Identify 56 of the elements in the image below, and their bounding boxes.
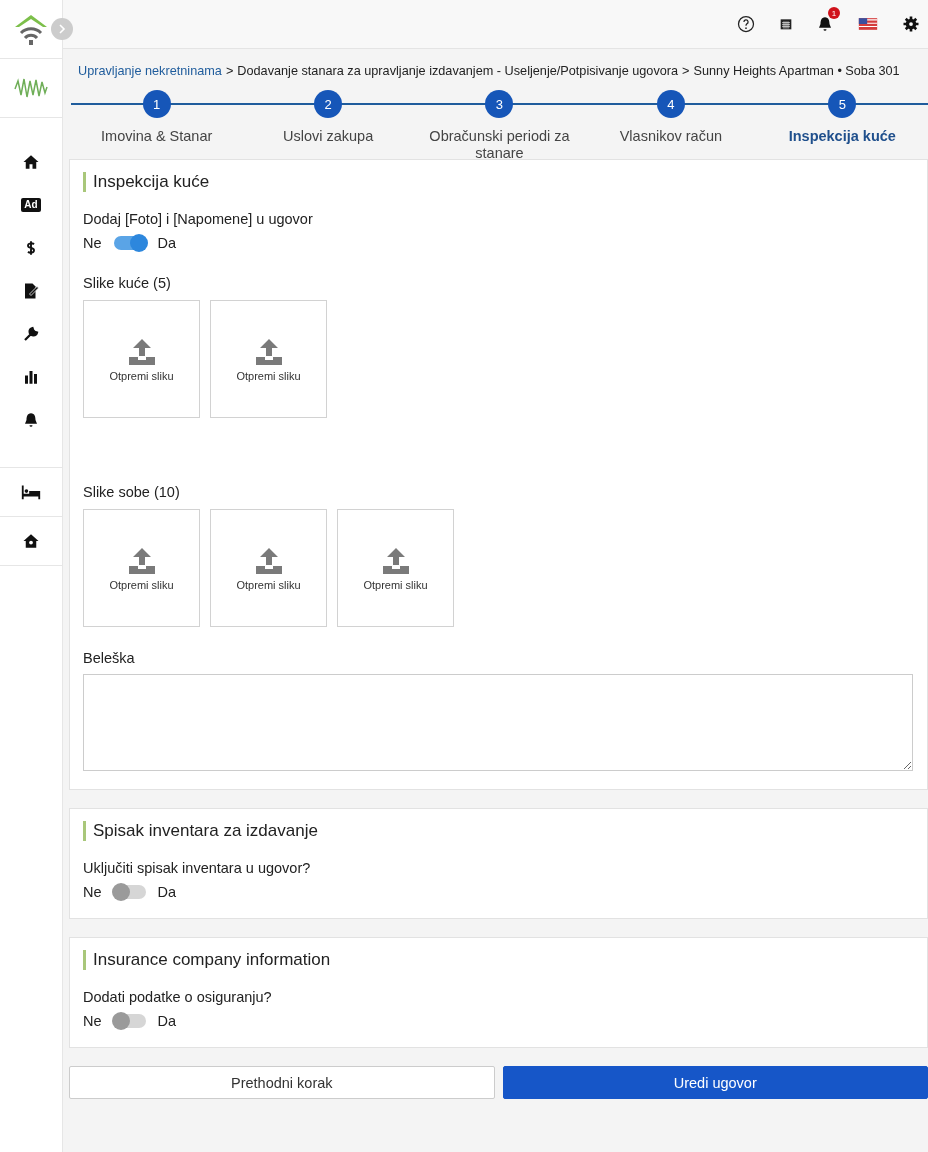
- upload-icon: [126, 336, 157, 367]
- step-number[interactable]: 2: [314, 90, 343, 118]
- breadcrumb-item: Sunny Heights Apartman • Soba 301: [693, 64, 900, 78]
- upload-icon: [380, 545, 411, 576]
- step-label[interactable]: Inspekcija kuće: [788, 128, 896, 146]
- step-label[interactable]: Vlasnikov račun: [619, 128, 723, 146]
- settings-icon[interactable]: [902, 15, 920, 33]
- toggle-on-label: Da: [157, 235, 177, 251]
- gallery-title: Slike sobe (10): [83, 484, 181, 500]
- upload-tile[interactable]: Otpremi sliku: [337, 509, 454, 627]
- upload-tile[interactable]: Otpremi sliku: [83, 509, 200, 627]
- step-number[interactable]: 3: [485, 90, 514, 118]
- upload-tile[interactable]: Otpremi sliku: [210, 509, 327, 627]
- upload-tile[interactable]: Otpremi sliku: [210, 300, 327, 418]
- toggle-off-label: Ne: [83, 884, 102, 900]
- step-number[interactable]: 1: [142, 90, 171, 118]
- breadcrumb-separator: >: [682, 64, 690, 78]
- wrench-icon[interactable]: [22, 324, 40, 343]
- chevron-icon: [57, 24, 67, 34]
- help-icon[interactable]: [736, 14, 756, 34]
- toggle-on-label: Da: [157, 884, 177, 900]
- contract-icon[interactable]: [22, 281, 40, 300]
- upload-icon: [253, 336, 284, 367]
- toggle-switch[interactable]: [113, 1014, 146, 1028]
- toggle-question: Dodaj [Foto] i [Napomene] u ugovor: [83, 211, 314, 227]
- breadcrumb-link[interactable]: Upravljanje nekretninama: [78, 64, 222, 78]
- step-label[interactable]: Uslovi zakupa: [282, 128, 374, 146]
- gallery-title: Slike kuće (5): [83, 275, 172, 291]
- note-label: Beleška: [83, 650, 136, 666]
- notification-badge: 1: [828, 7, 840, 19]
- upload-tile[interactable]: Otpremi sliku: [83, 300, 200, 418]
- bell-icon[interactable]: [22, 410, 40, 429]
- toggle-on-label: Da: [157, 1013, 177, 1029]
- upload-icon: [126, 545, 157, 576]
- toggle-question: Dodati podatke o osiguranju?: [83, 989, 273, 1005]
- note-field[interactable]: [83, 674, 913, 771]
- upload-icon: [253, 545, 284, 576]
- bell-icon[interactable]: [816, 15, 834, 33]
- section-title: Insurance company information: [83, 950, 913, 970]
- edit-contract-button[interactable]: Uredi ugovor: [502, 1066, 928, 1099]
- house-icon[interactable]: [22, 532, 40, 550]
- ad-icon[interactable]: Ad: [21, 197, 41, 212]
- step-label[interactable]: Obračunski periodi za stanare: [419, 128, 580, 163]
- section-title: Spisak inventara za izdavanje: [83, 821, 913, 841]
- step-number[interactable]: 5: [828, 90, 857, 118]
- breadcrumb-item: Dodavanje stanara za upravljanje izdavanjem - Useljenje/Potpisivanje ugovora: [237, 64, 679, 78]
- toggle-switch[interactable]: [113, 236, 146, 250]
- step-label[interactable]: Imovina & Stanar: [101, 128, 213, 146]
- breadcrumb-separator: >: [225, 64, 234, 78]
- toggle-off-label: Ne: [83, 1013, 102, 1029]
- section-title: Inspekcija kuće: [83, 172, 913, 192]
- toggle-off-label: Ne: [83, 235, 102, 251]
- toggle-question: Uključiti spisak inventara u ugovor?: [83, 860, 312, 876]
- previous-button[interactable]: Prethodni korak: [69, 1066, 495, 1099]
- toggle-switch[interactable]: [113, 885, 146, 899]
- step-number[interactable]: 4: [656, 90, 685, 118]
